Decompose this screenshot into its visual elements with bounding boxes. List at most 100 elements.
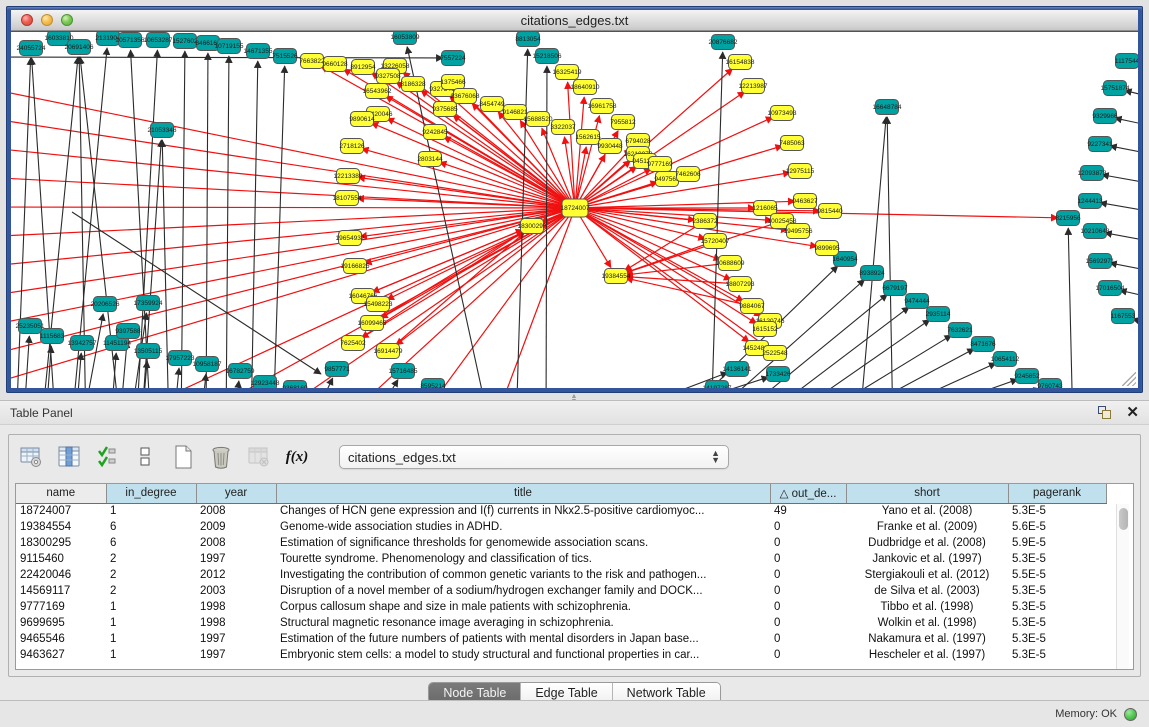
graph-node[interactable]: 10973493 <box>768 106 797 121</box>
graph-node[interactable]: 20876682 <box>709 35 738 50</box>
graph-node[interactable]: 12923448 <box>251 376 280 389</box>
table-row[interactable]: 1938455462009Genome-wide association stu… <box>16 519 1106 535</box>
graph-node[interactable]: 15716485 <box>389 364 418 379</box>
graph-node[interactable]: 8186328 <box>400 77 426 92</box>
graph-node[interactable]: 9397588 <box>115 324 141 339</box>
edge[interactable] <box>251 61 258 388</box>
graph-node[interactable]: 1527602 <box>172 34 198 49</box>
edge[interactable] <box>162 140 169 388</box>
edge[interactable] <box>1102 175 1138 187</box>
graph-node[interactable]: 8912954 <box>350 60 376 75</box>
graph-node[interactable]: 16648784 <box>873 100 902 115</box>
graph-node[interactable]: 16154838 <box>726 55 755 70</box>
graph-node[interactable]: 1115683 <box>40 329 65 344</box>
graph-node[interactable]: 14136141 <box>723 362 752 377</box>
new-table-icon[interactable] <box>169 443 197 471</box>
graph-node[interactable]: 12093873 <box>1078 166 1107 181</box>
window-resize-grip[interactable] <box>1122 372 1136 386</box>
edge[interactable] <box>444 137 575 208</box>
minimize-window-icon[interactable] <box>41 14 53 26</box>
graph-node[interactable]: 7955812 <box>610 115 636 130</box>
graph-node[interactable]: 15688520 <box>524 112 553 127</box>
graph-node[interactable]: 9899695 <box>814 241 840 256</box>
graph-node[interactable]: 8595214 <box>420 379 446 389</box>
graph-node[interactable]: 10719155 <box>215 39 244 54</box>
edge[interactable] <box>11 57 443 58</box>
edge[interactable] <box>363 230 523 296</box>
scrollbar-thumb[interactable] <box>1119 508 1128 530</box>
graph-node[interactable]: 18724007 <box>561 199 590 217</box>
table-header-row[interactable]: namein_degreeyeartitle△ out_de...shortpa… <box>16 484 1106 503</box>
graph-node[interactable]: 21053346 <box>148 123 177 138</box>
graph-node[interactable]: 19495756 <box>784 224 813 239</box>
column-header-name[interactable]: name <box>16 484 106 503</box>
graph-node[interactable]: 7632621 <box>947 323 973 338</box>
float-panel-icon[interactable] <box>1098 406 1112 420</box>
edge[interactable] <box>11 207 575 208</box>
table-selector-dropdown[interactable]: citations_edges.txt ▲▼ <box>339 445 729 469</box>
graph-node[interactable]: 18807293 <box>726 277 755 292</box>
graph-node[interactable]: 24055724 <box>17 41 46 56</box>
edge[interactable] <box>859 117 886 388</box>
graph-node[interactable]: 19166825 <box>341 259 370 274</box>
network-graph[interactable]: 2405572416033810206914062131904205713561… <box>11 32 1138 388</box>
graph-node[interactable]: 2386372 <box>692 214 718 229</box>
graph-node[interactable]: 7515526 <box>272 49 298 64</box>
graph-node[interactable]: 12213987 <box>739 79 768 94</box>
graph-node[interactable]: 15498223 <box>364 297 393 312</box>
graph-node[interactable]: 23676068 <box>451 89 480 104</box>
edge[interactable] <box>568 82 575 208</box>
graph-node[interactable]: 20206526 <box>91 297 120 312</box>
zoom-window-icon[interactable] <box>61 14 73 26</box>
edge[interactable] <box>1120 290 1138 302</box>
close-window-icon[interactable] <box>21 14 33 26</box>
table-row[interactable]: 946362711997Embryonic stem cells: a mode… <box>16 647 1106 663</box>
select-columns-icon[interactable] <box>93 443 121 471</box>
graph-node[interactable]: 8813054 <box>515 32 541 47</box>
graph-node[interactable]: 9777169 <box>647 157 673 172</box>
network-canvas[interactable]: 2405572416033810206914062131904205713561… <box>11 32 1138 388</box>
graph-node[interactable]: 9930448 <box>597 139 623 154</box>
graph-node[interactable]: 9368169 <box>282 381 308 389</box>
graph-node[interactable]: 12975115 <box>786 164 815 179</box>
edge[interactable] <box>491 208 575 388</box>
graph-node[interactable]: 8938924 <box>859 266 885 281</box>
graph-node[interactable]: 15218506 <box>533 49 562 64</box>
graph-node[interactable]: 1375466 <box>440 75 466 90</box>
graph-node[interactable]: 15692971 <box>1086 254 1115 269</box>
column-header-short[interactable]: short <box>846 484 1008 503</box>
graph-node[interactable]: 13505115 <box>134 344 163 359</box>
graph-node[interactable]: 18640910 <box>571 80 600 95</box>
column-header-pagerank[interactable]: pagerank <box>1008 484 1106 503</box>
delete-table-icon[interactable] <box>207 443 235 471</box>
graph-node[interactable]: 9463627 <box>792 194 818 209</box>
graph-node[interactable]: 16053809 <box>391 32 420 45</box>
graph-node[interactable]: 15751874 <box>1101 81 1130 96</box>
graph-node[interactable]: 8471676 <box>970 337 996 352</box>
window-titlebar[interactable]: citations_edges.txt <box>11 10 1138 31</box>
column-header-in_degree[interactable]: in_degree <box>106 484 196 503</box>
edge[interactable] <box>1068 228 1073 388</box>
graph-node[interactable]: 16543962 <box>363 84 392 99</box>
graph-node[interactable]: 2935114 <box>926 307 951 322</box>
graph-node[interactable]: 9242845 <box>422 125 448 140</box>
graph-node[interactable]: 9329966 <box>1092 109 1118 124</box>
edge[interactable] <box>844 363 996 388</box>
graph-node[interactable]: 9815440 <box>817 204 843 219</box>
table-row[interactable]: 911546021997Tourette syndrome. Phenomeno… <box>16 551 1106 567</box>
column-header-year[interactable]: year <box>196 484 276 503</box>
edge[interactable] <box>233 381 239 388</box>
edge[interactable] <box>768 320 930 388</box>
graph-node[interactable]: 9327508 <box>375 69 401 84</box>
graph-node[interactable]: 10654112 <box>991 352 1020 367</box>
graph-node[interactable]: 20571356 <box>116 33 145 48</box>
column-header-title[interactable]: title <box>276 484 770 503</box>
edge[interactable] <box>575 117 773 208</box>
graph-node[interactable]: 1167553 <box>1111 309 1136 324</box>
table-vertical-scrollbar[interactable] <box>1116 504 1129 669</box>
graph-node[interactable]: 10958187 <box>193 357 222 372</box>
column-header-out_de[interactable]: △ out_de... <box>770 484 846 503</box>
graph-node[interactable]: 14197287 <box>703 381 732 389</box>
graph-node[interactable]: 1615152 <box>752 322 778 337</box>
show-columns-icon[interactable] <box>55 443 83 471</box>
